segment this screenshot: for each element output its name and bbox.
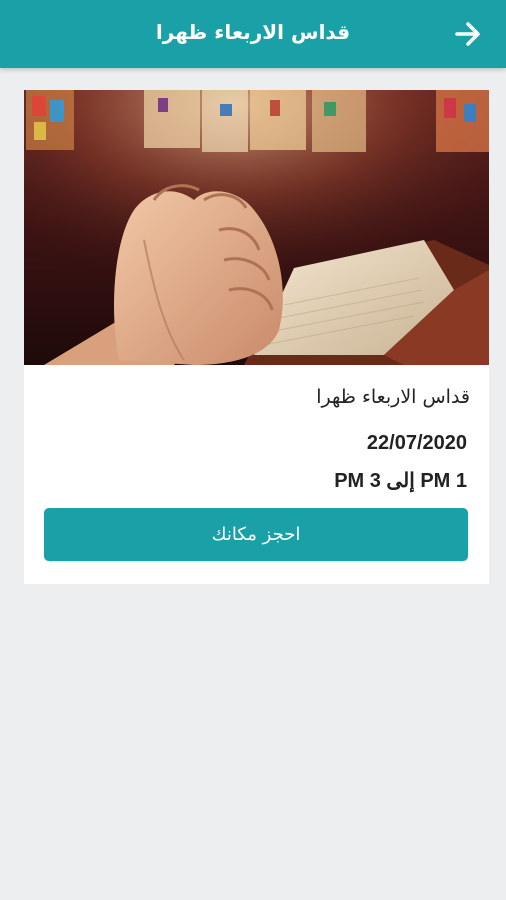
arrow-right-icon bbox=[455, 22, 480, 46]
back-button[interactable] bbox=[450, 16, 486, 52]
book-seat-button[interactable]: احجز مكانك bbox=[44, 508, 468, 561]
event-image bbox=[24, 90, 489, 365]
app-bar: قداس الاربعاء ظهرا bbox=[0, 0, 506, 68]
praying-hands-bible-image bbox=[24, 90, 489, 365]
event-card: قداس الاربعاء ظهرا 22/07/2020 1 PM إلى 3… bbox=[24, 90, 489, 584]
event-time: 1 PM إلى 3 PM bbox=[334, 470, 467, 492]
event-date: 22/07/2020 bbox=[366, 432, 467, 454]
page-title: قداس الاربعاء ظهرا bbox=[155, 20, 351, 44]
event-title: قداس الاربعاء ظهرا bbox=[316, 386, 470, 408]
